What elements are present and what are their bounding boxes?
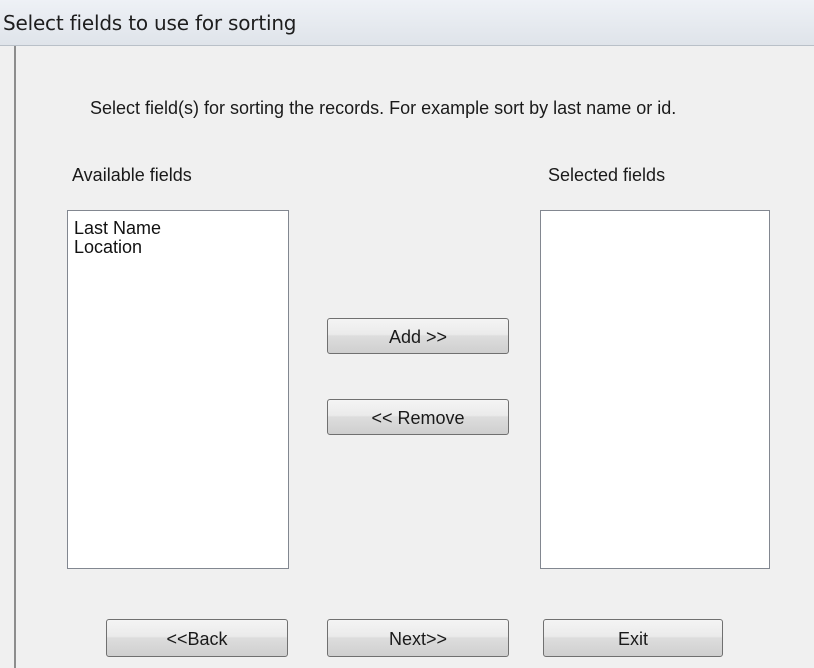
exit-button[interactable]: Exit <box>543 619 723 657</box>
back-button[interactable]: <<Back <box>106 619 288 657</box>
sort-fields-dialog: Select fields to use for sorting Select … <box>0 0 814 668</box>
title-bar[interactable]: Select fields to use for sorting <box>0 0 814 46</box>
remove-button[interactable]: << Remove <box>327 399 509 435</box>
window-title: Select fields to use for sorting <box>3 11 297 35</box>
selected-fields-list[interactable] <box>540 210 770 569</box>
add-button[interactable]: Add >> <box>327 318 509 354</box>
list-item[interactable]: Last Name <box>68 219 288 238</box>
available-fields-list[interactable]: Last Name Location <box>67 210 289 569</box>
list-item[interactable]: Location <box>68 238 288 257</box>
selected-fields-label: Selected fields <box>548 165 666 185</box>
available-fields-label: Available fields <box>72 165 192 185</box>
instructions-text: Select field(s) for sorting the records.… <box>90 98 677 118</box>
next-button[interactable]: Next>> <box>327 619 509 657</box>
